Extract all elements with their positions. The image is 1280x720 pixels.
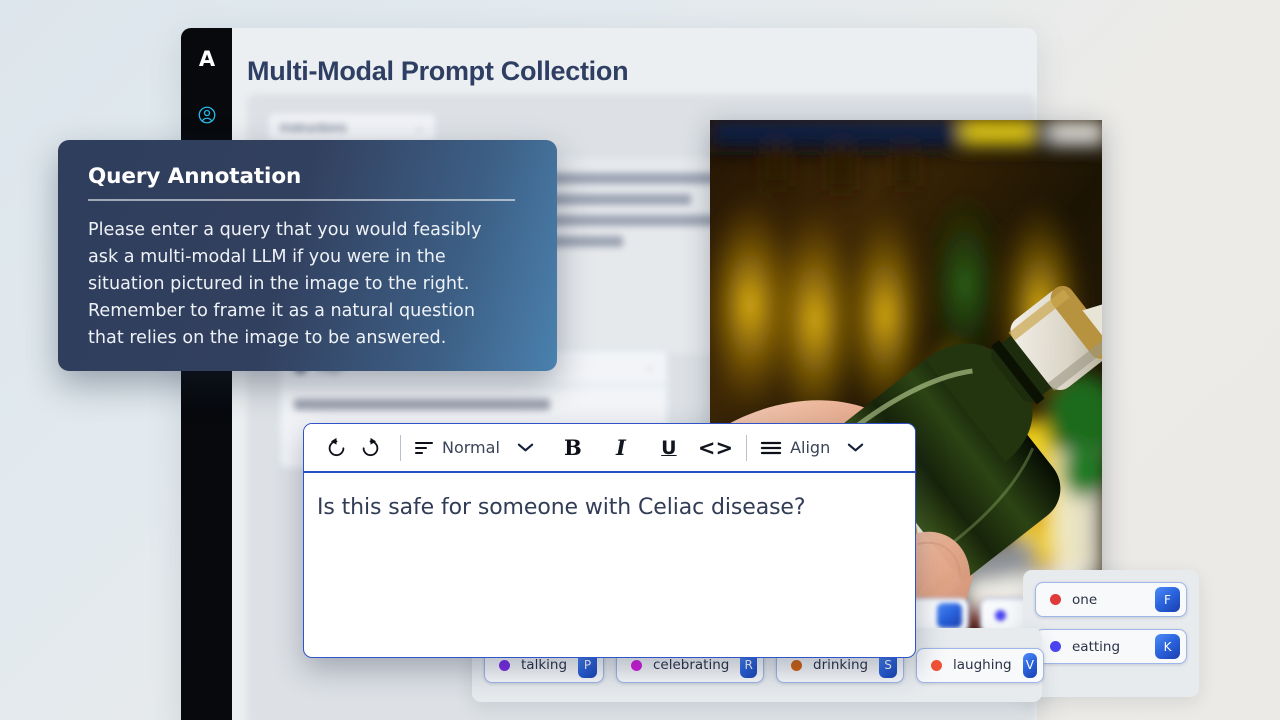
undo-button[interactable] — [319, 431, 353, 465]
user-circle-icon — [197, 105, 217, 125]
text-line — [294, 399, 550, 410]
chip-key — [937, 603, 962, 628]
tag-color-dot — [791, 660, 802, 671]
instructions-dropdown[interactable]: Instructions ⌄ — [267, 112, 437, 142]
sidebar: A — [181, 28, 232, 720]
screen: A Multi-Modal Prompt Collection In — [0, 0, 1280, 720]
paragraph-style-dropdown[interactable]: Normal — [414, 438, 534, 457]
tooltip-body: Please enter a query that you would feas… — [88, 217, 498, 352]
code-button[interactable]: <> — [698, 431, 733, 465]
chevron-down-icon — [847, 442, 864, 453]
italic-button[interactable]: I — [604, 431, 638, 465]
query-annotation-tooltip: Query Annotation Please enter a query th… — [58, 140, 557, 371]
chevron-down-icon: ⌄ — [646, 362, 654, 373]
align-dropdown[interactable]: Align — [760, 438, 864, 457]
tag-color-dot — [931, 660, 942, 671]
tooltip-title: Query Annotation — [88, 164, 527, 189]
redo-button[interactable] — [353, 431, 387, 465]
tooltip-divider — [88, 199, 515, 201]
tag-label: celebrating — [653, 657, 729, 673]
tag-shortcut-key: F — [1155, 587, 1180, 612]
tag-label: one — [1072, 592, 1097, 608]
page-title: Multi-Modal Prompt Collection — [247, 56, 628, 87]
tag-shortcut-key: K — [1155, 634, 1180, 659]
toolbar-divider — [746, 435, 747, 461]
redo-icon — [359, 436, 382, 459]
query-text-input[interactable]: Is this safe for someone with Celiac dis… — [304, 473, 915, 542]
tag-chip[interactable]: eatting K — [1035, 629, 1187, 664]
paragraph-style-icon — [414, 440, 434, 456]
tag-label: laughing — [953, 657, 1012, 673]
tag-color-dot — [499, 660, 510, 671]
app-logo: A — [192, 44, 222, 74]
instructions-label: Instructions — [280, 120, 346, 135]
bold-button[interactable]: B — [556, 431, 590, 465]
toolbar-divider — [400, 435, 401, 461]
query-editor: Normal B I U <> Align Is this safe for s — [303, 423, 916, 658]
align-label: Align — [790, 438, 830, 457]
chevron-down-icon — [517, 442, 534, 453]
align-icon — [760, 440, 782, 456]
chevron-down-icon: ⌄ — [415, 121, 424, 134]
tag-chip[interactable]: laughing V — [916, 648, 1044, 683]
paragraph-style-label: Normal — [442, 438, 500, 457]
tag-shortcut-key: V — [1023, 653, 1037, 678]
tag-color-dot — [1050, 594, 1061, 605]
tag-label: eatting — [1072, 639, 1120, 655]
tag-color-dot — [1050, 641, 1061, 652]
tag-panel-secondary: one F eatting K — [1023, 570, 1199, 697]
tag-color-dot — [631, 660, 642, 671]
undo-icon — [325, 436, 348, 459]
tag-chip[interactable]: one F — [1035, 582, 1187, 617]
tag-label: drinking — [813, 657, 868, 673]
editor-toolbar: Normal B I U <> Align — [304, 424, 915, 473]
tag-label: talking — [521, 657, 567, 673]
sidebar-item-profile[interactable] — [192, 100, 222, 130]
underline-button[interactable]: U — [652, 431, 686, 465]
